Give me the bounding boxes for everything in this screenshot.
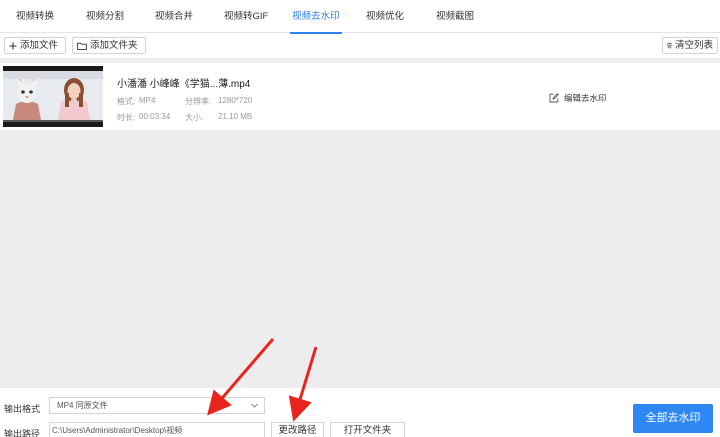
format-value: MP4 — [139, 96, 156, 105]
tab-remove-watermark[interactable]: 视频去水印 — [290, 0, 342, 34]
resolution-value: 1280*720 — [218, 96, 253, 105]
folder-icon — [77, 42, 87, 50]
output-path-field[interactable]: C:\Users\Administrator\Desktop\视频 — [49, 422, 265, 437]
clear-list-button[interactable]: 清空列表 — [662, 37, 718, 54]
chevron-down-icon — [251, 403, 258, 408]
output-path-value: C:\Users\Administrator\Desktop\视频 — [52, 426, 183, 435]
resolution-label: 分辨率: — [185, 97, 212, 106]
tab-video-optimize[interactable]: 视频优化 — [366, 0, 404, 33]
output-format-value: MP4 同原文件 — [57, 401, 108, 410]
add-file-label: 添加文件 — [20, 40, 59, 51]
file-row[interactable]: 小潘潘 小峰峰《学猫...薄.mp4 格式: MP4 分辨率: 1280*720… — [0, 63, 720, 130]
format-label: 格式: — [117, 97, 136, 106]
trash-icon — [667, 42, 672, 49]
duration-label: 时长: — [117, 113, 136, 122]
output-panel: 输出格式 MP4 同原文件 输出路径 C:\Users\Administrato… — [0, 388, 720, 437]
file-list: 小潘潘 小峰峰《学猫...薄.mp4 格式: MP4 分辨率: 1280*720… — [0, 58, 720, 388]
toolbar: 添加文件 添加文件夹 清空列表 — [0, 34, 720, 58]
tab-video-split[interactable]: 视频分割 — [86, 0, 124, 33]
edit-watermark-button[interactable]: 编辑去水印 — [549, 92, 607, 104]
tab-bar: 视频转换 视频分割 视频合并 视频转GIF 视频去水印 视频优化 视频截图 — [0, 0, 720, 34]
video-thumbnail — [3, 66, 103, 127]
tab-video-merge[interactable]: 视频合并 — [155, 0, 193, 33]
edit-watermark-label: 编辑去水印 — [564, 93, 607, 103]
tab-video-convert[interactable]: 视频转换 — [16, 0, 54, 33]
output-path-label: 输出路径 — [4, 429, 41, 437]
change-path-button[interactable]: 更改路径 — [271, 422, 324, 437]
size-value: 21.10 MB — [218, 112, 253, 121]
open-folder-button[interactable]: 打开文件夹 — [330, 422, 405, 437]
remove-all-watermark-button[interactable]: 全部去水印 — [633, 404, 713, 433]
edit-icon — [549, 93, 559, 103]
add-file-button[interactable]: 添加文件 — [4, 37, 66, 54]
add-folder-label: 添加文件夹 — [90, 40, 138, 51]
video-preview-image — [3, 71, 103, 120]
output-format-select[interactable]: MP4 同原文件 — [49, 397, 265, 414]
duration-value: 00:03:34 — [139, 112, 171, 121]
size-label: 大小: — [185, 113, 204, 122]
tab-video-screenshot[interactable]: 视频截图 — [436, 0, 474, 33]
add-folder-button[interactable]: 添加文件夹 — [72, 37, 146, 54]
clear-list-label: 清空列表 — [674, 40, 713, 51]
tab-video-to-gif[interactable]: 视频转GIF — [224, 0, 268, 33]
file-name: 小潘潘 小峰峰《学猫...薄.mp4 — [117, 79, 251, 90]
plus-icon — [9, 42, 17, 49]
output-format-label: 输出格式 — [4, 404, 41, 414]
